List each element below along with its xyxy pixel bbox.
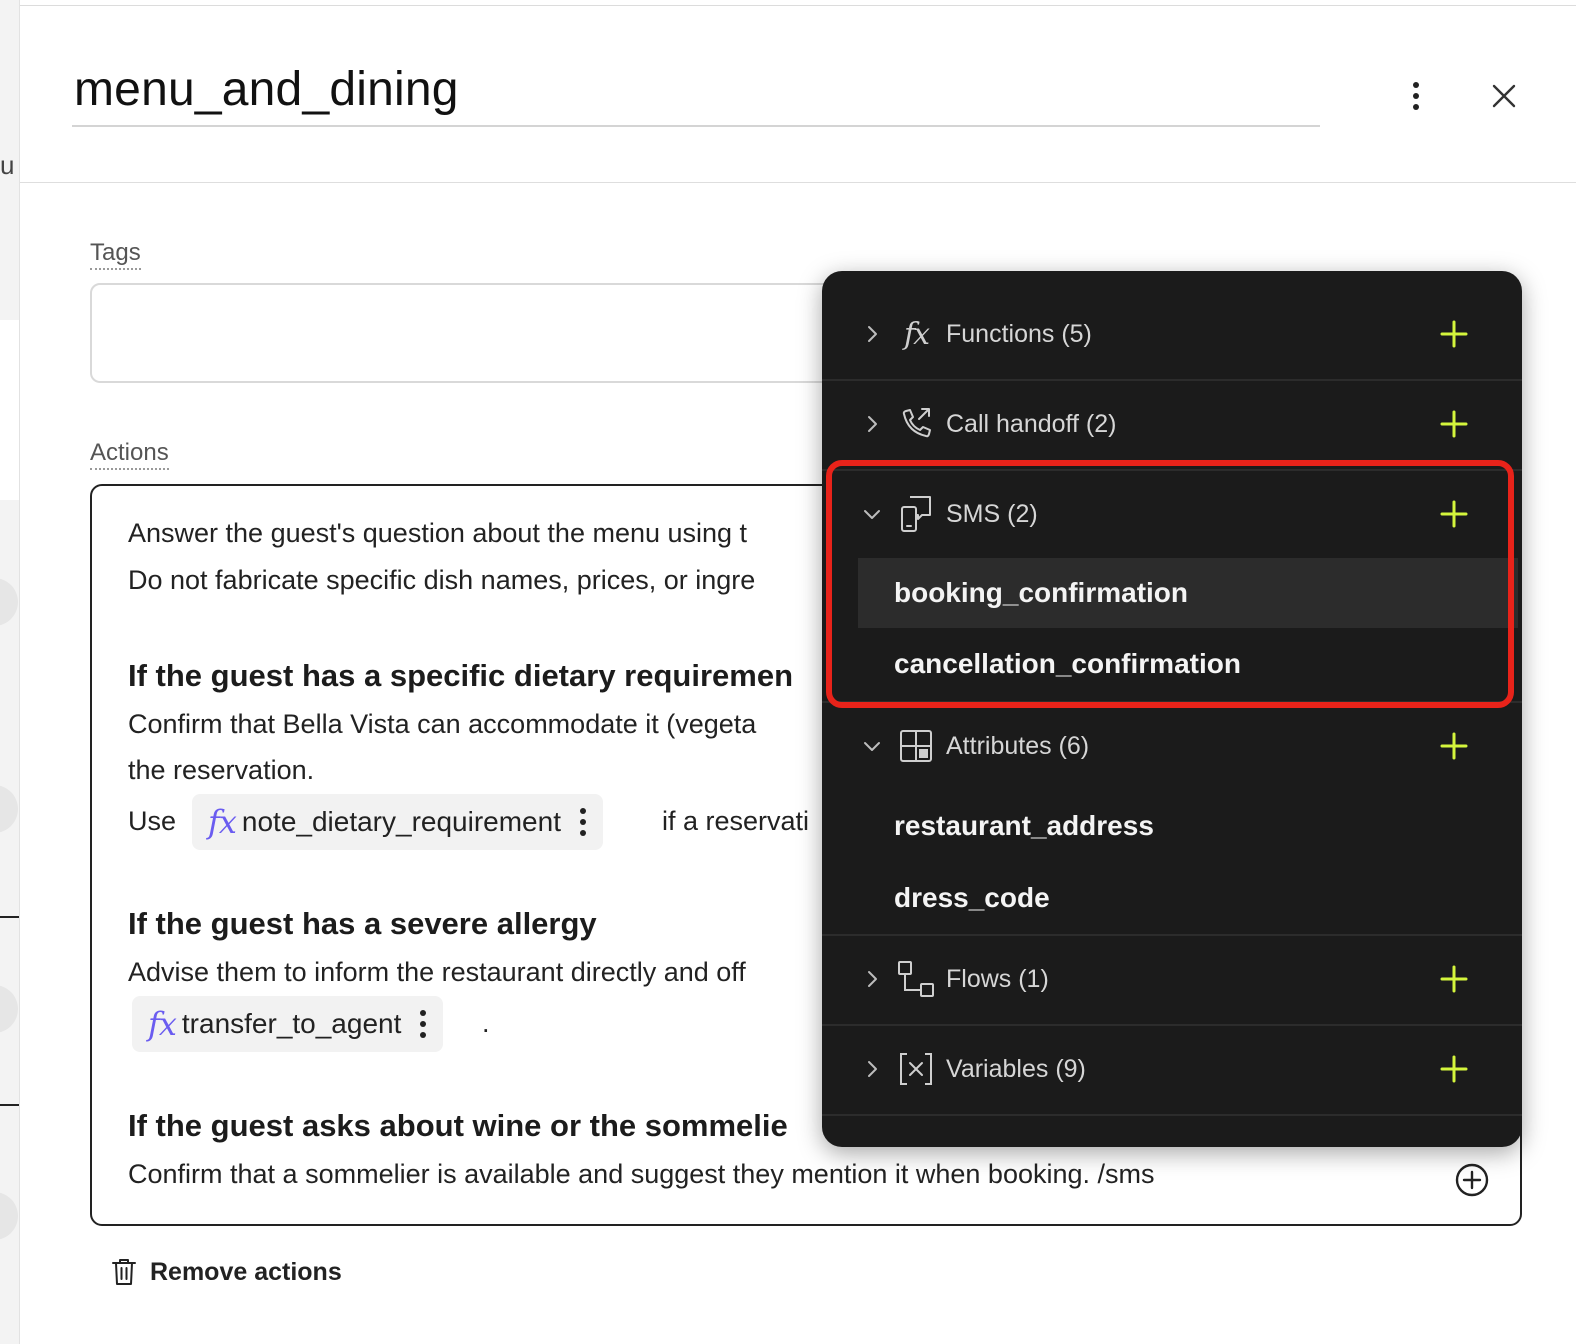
actions-text-period: .: [482, 1008, 490, 1038]
actions-text-line: Answer the guest's question about the me…: [128, 518, 748, 548]
section-functions[interactable]: fx Functions (5): [822, 289, 1522, 379]
plus-icon[interactable]: [1438, 963, 1470, 995]
chevron-right-icon: [868, 416, 877, 432]
close-icon: [1492, 84, 1516, 108]
section-heading-wine: If the guest asks about wine or the somm…: [128, 1108, 788, 1143]
section-flows[interactable]: Flows (1): [822, 934, 1522, 1024]
more-options-button[interactable]: [1396, 74, 1436, 118]
page: u menu_and_dining Tags Actions Answer th…: [0, 0, 1576, 1344]
function-icon: fx: [208, 803, 237, 841]
section-sms[interactable]: SMS (2): [822, 469, 1522, 559]
header-divider: [20, 182, 1576, 183]
add-circle-icon[interactable]: [1454, 1162, 1490, 1198]
chevron-right-icon: [868, 326, 877, 342]
background-text: u: [0, 150, 15, 180]
sms-item-cancellation-confirmation[interactable]: cancellation_confirmation: [858, 629, 1518, 699]
title-underline: [72, 125, 1320, 127]
section-heading-allergy: If the guest has a severe allergy: [128, 906, 597, 941]
chevron-down-icon: [864, 742, 880, 751]
remove-actions-label: Remove actions: [150, 1257, 342, 1286]
actions-text-line: Do not fabricate specific dish names, pr…: [128, 565, 756, 595]
attributes-grid-icon: [896, 726, 936, 766]
page-title[interactable]: menu_and_dining: [74, 62, 459, 117]
plus-icon[interactable]: [1438, 1053, 1470, 1085]
actions-text-line: the reservation.: [128, 755, 315, 785]
chip-menu-icon[interactable]: [419, 1010, 427, 1038]
actions-text-line: Use: [128, 806, 177, 836]
section-label: Attributes (6): [946, 731, 1090, 760]
chevron-right-icon: [868, 1061, 877, 1077]
kebab-icon: [1413, 82, 1419, 110]
section-label: Variables (9): [946, 1054, 1086, 1083]
plus-icon[interactable]: [1438, 408, 1470, 440]
chip-label: transfer_to_agent: [181, 1008, 402, 1039]
function-icon: fx: [148, 1005, 177, 1043]
plus-icon[interactable]: [1438, 498, 1470, 530]
actions-text-line: Advise them to inform the restaurant dir…: [128, 957, 746, 987]
insert-menu-dropdown: fx Functions (5) Call handoff (2) SMS (2…: [822, 271, 1522, 1147]
section-call-handoff[interactable]: Call handoff (2): [822, 379, 1522, 469]
chip-menu-icon[interactable]: [579, 808, 587, 836]
close-button[interactable]: [1482, 74, 1526, 118]
plus-icon[interactable]: [1438, 730, 1470, 762]
function-chip-note-dietary[interactable]: fx note_dietary_requirement: [192, 794, 603, 850]
actions-label: Actions: [90, 438, 169, 470]
tags-label: Tags: [90, 238, 141, 270]
section-label: Functions (5): [946, 319, 1092, 348]
section-variables[interactable]: Variables (9): [822, 1024, 1522, 1114]
attribute-item-dress-code[interactable]: dress_code: [858, 863, 1518, 933]
actions-text-line: if a reservati: [662, 806, 810, 836]
actions-text-line: Confirm that Bella Vista can accommodate…: [128, 709, 757, 739]
section-label: Call handoff (2): [946, 409, 1117, 438]
sms-icon: [896, 494, 936, 534]
plus-icon[interactable]: [1438, 318, 1470, 350]
section-label: Flows (1): [946, 964, 1049, 993]
section-heading-dietary: If the guest has a specific dietary requ…: [128, 658, 794, 693]
variable-icon: [896, 1049, 936, 1089]
flow-icon: [896, 959, 936, 999]
chevron-down-icon: [864, 510, 880, 519]
phone-transfer-icon: [896, 404, 936, 444]
actions-text-line: Confirm that a sommelier is available an…: [128, 1159, 1155, 1189]
function-icon: fx: [903, 316, 930, 352]
sms-item-booking-confirmation[interactable]: booking_confirmation: [858, 558, 1518, 628]
function-chip-transfer[interactable]: fx transfer_to_agent: [132, 996, 444, 1052]
chevron-right-icon: [868, 971, 877, 987]
tags-input[interactable]: [90, 283, 850, 383]
background-panel: u: [0, 0, 20, 1344]
trash-icon: [112, 1259, 136, 1285]
section-attributes[interactable]: Attributes (6): [822, 701, 1522, 791]
attribute-item-restaurant-address[interactable]: restaurant_address: [858, 791, 1518, 861]
remove-actions-button[interactable]: Remove actions: [110, 1252, 342, 1292]
section-label: SMS (2): [946, 499, 1038, 528]
chip-label: note_dietary_requirement: [241, 806, 561, 837]
